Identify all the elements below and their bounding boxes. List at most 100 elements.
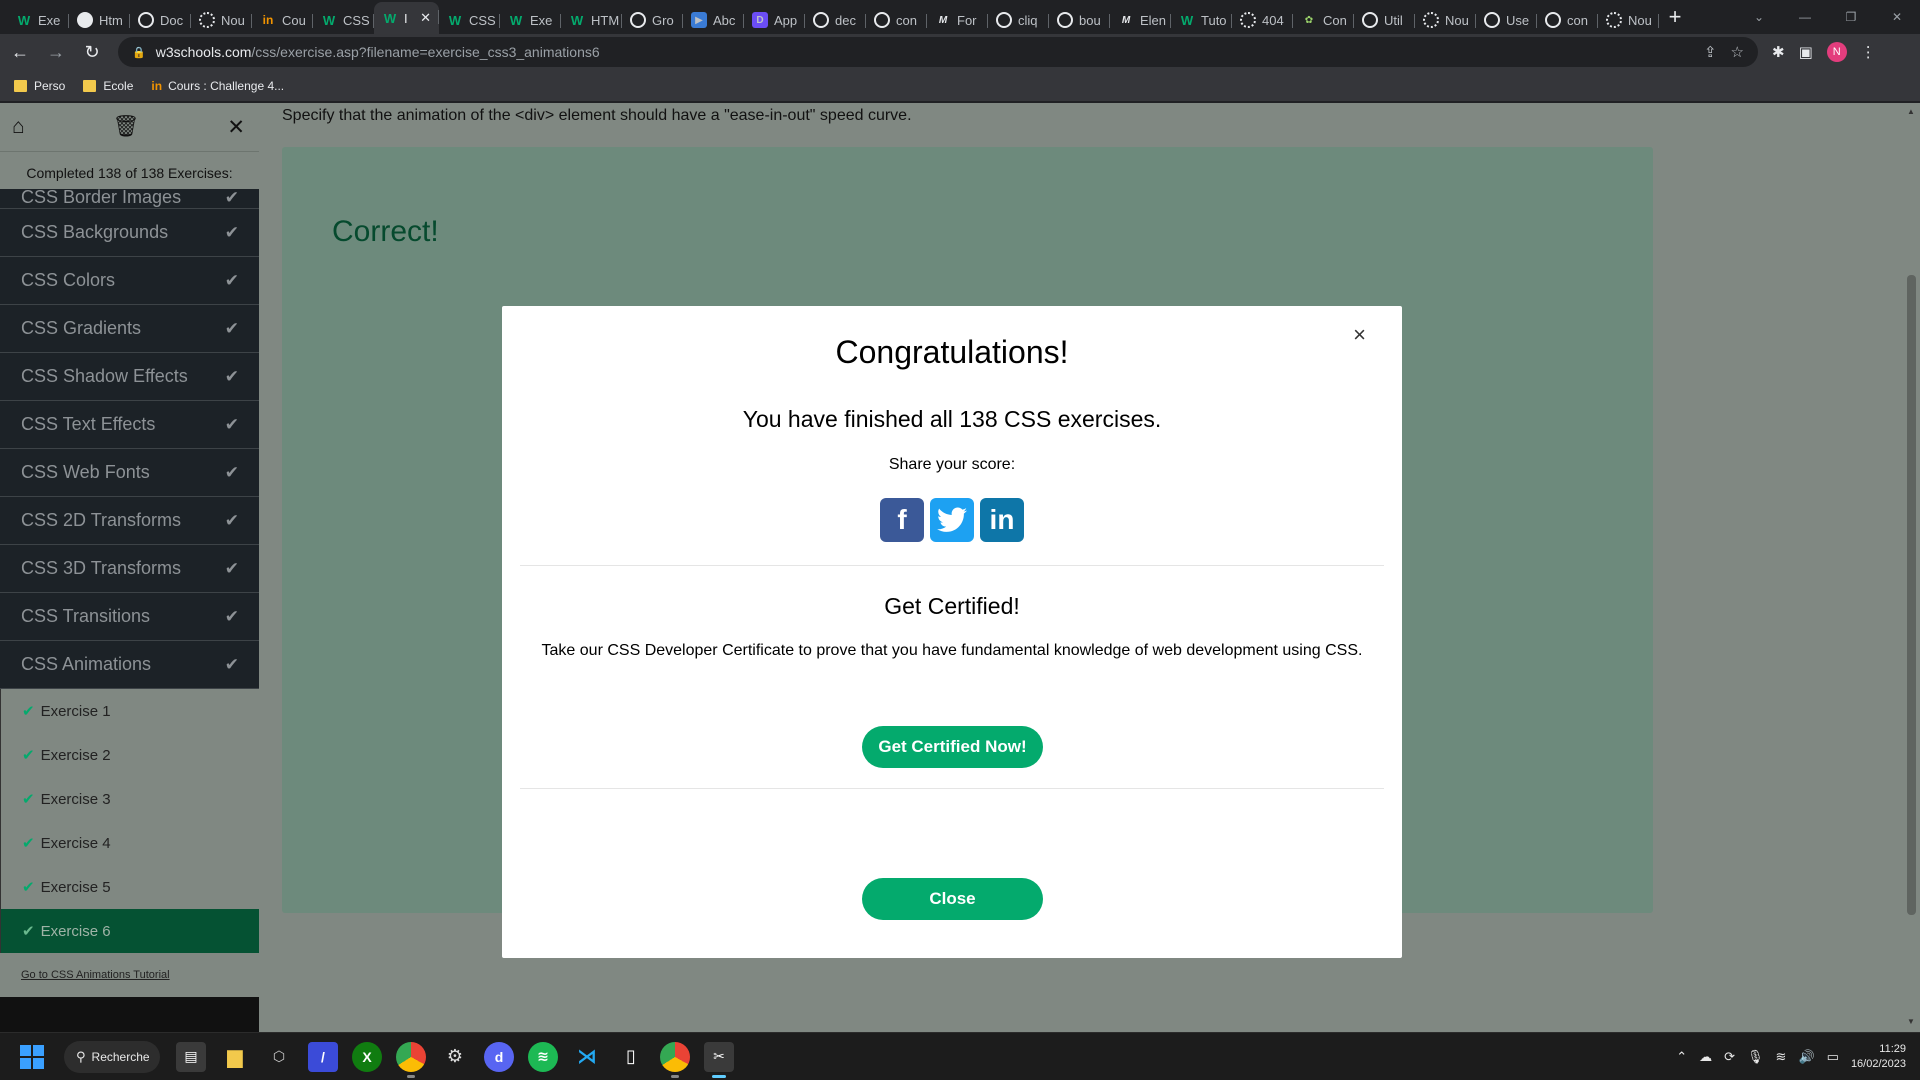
sidebar-category[interactable]: CSS Backgrounds ✔	[0, 209, 259, 257]
exercise-item[interactable]: ✔ Exercise 6	[1, 909, 259, 953]
extensions-icon[interactable]: ✱	[1772, 43, 1785, 61]
browser-tab[interactable]: W Exe	[500, 6, 561, 34]
battery-icon[interactable]: ▭	[1827, 1049, 1839, 1065]
exercise-item[interactable]: ✔ Exercise 2	[1, 733, 259, 777]
sidebar-category[interactable]: CSS 2D Transforms ✔	[0, 497, 259, 545]
sidebar-category[interactable]: CSS Border Images ✔	[0, 189, 259, 209]
windows-start-icon[interactable]	[20, 1044, 44, 1069]
volume-icon[interactable]: 🔊	[1798, 1049, 1814, 1065]
forward-arrow-icon[interactable]: →	[40, 36, 72, 68]
browser-tab[interactable]: dec	[805, 6, 866, 34]
clock[interactable]: 11:29 16/02/2023	[1851, 1042, 1906, 1072]
search-icon: ⚲	[76, 1048, 86, 1064]
trash-icon[interactable]: 🗑	[113, 115, 140, 139]
browser-tab[interactable]: M Elen	[1110, 6, 1171, 34]
browser-tab[interactable]: D App	[744, 6, 805, 34]
close-button[interactable]: Close	[862, 878, 1043, 920]
minimize-button[interactable]: —	[1782, 0, 1828, 34]
task-view-icon[interactable]: ▤	[176, 1041, 206, 1072]
wifi-icon[interactable]: ≋	[1776, 1049, 1787, 1065]
browser-tab[interactable]: Htm	[69, 6, 130, 34]
scroll-up-icon[interactable]: ▲	[1907, 107, 1915, 116]
vscode-icon[interactable]: ⋊	[572, 1042, 602, 1072]
browser-tab[interactable]: W I ✕	[374, 2, 439, 34]
scroll-down-icon[interactable]: ▼	[1907, 1017, 1915, 1026]
new-tab-button[interactable]: +	[1659, 4, 1691, 30]
get-certified-button[interactable]: Get Certified Now!	[862, 726, 1043, 768]
browser-tab[interactable]: bou	[1049, 6, 1110, 34]
bookmark-perso[interactable]: Perso	[14, 79, 65, 93]
sidebar-category[interactable]: CSS Animations ✔	[0, 641, 259, 689]
spotify-icon[interactable]: ≋	[528, 1041, 558, 1072]
facebook-icon[interactable]: f	[880, 498, 924, 542]
sidebar-category[interactable]: CSS Transitions ✔	[0, 593, 259, 641]
profile-avatar[interactable]: N	[1826, 42, 1847, 62]
chrome-profile-icon[interactable]	[660, 1041, 690, 1078]
browser-tab[interactable]: W HTM	[561, 6, 622, 34]
browser-tab[interactable]: in Cou	[252, 6, 313, 34]
notepad-icon[interactable]: ▯	[616, 1042, 646, 1072]
address-bar[interactable]: 🔒 w3schools.com /css/exercise.asp?filena…	[118, 37, 1758, 67]
linkedin-icon[interactable]: in	[980, 498, 1024, 542]
browser-tab[interactable]: W Exe	[8, 6, 69, 34]
file-explorer-icon[interactable]: ▆	[220, 1042, 250, 1072]
editor-icon[interactable]: /	[308, 1041, 338, 1072]
close-icon[interactable]: ✕	[227, 115, 245, 140]
home-icon[interactable]: ⌂	[12, 115, 25, 139]
steam-icon[interactable]: ⚙	[440, 1042, 470, 1072]
snipping-tool-icon[interactable]: ✂	[704, 1041, 734, 1078]
restore-button[interactable]: ❐	[1828, 0, 1874, 34]
side-panel-icon[interactable]: ▣	[1799, 43, 1813, 61]
browser-tab[interactable]: ▶ Abc	[683, 6, 744, 34]
browser-tab[interactable]: W CSS	[439, 6, 500, 34]
microphone-icon[interactable]: 🎙	[1747, 1049, 1764, 1065]
close-window-button[interactable]: ✕	[1874, 0, 1920, 34]
discord-icon[interactable]: d	[484, 1041, 514, 1072]
browser-tab[interactable]: Use	[1476, 6, 1537, 34]
browser-tab[interactable]: Nou	[1415, 6, 1476, 34]
sidebar-category[interactable]: CSS Colors ✔	[0, 257, 259, 305]
unity-icon[interactable]: ⬡	[264, 1042, 294, 1072]
chrome-icon[interactable]	[396, 1041, 426, 1078]
browser-tab[interactable]: 404	[1232, 6, 1293, 34]
tutorial-link[interactable]: Go to CSS Animations Tutorial	[0, 953, 259, 997]
tab-close-icon[interactable]: ✕	[420, 10, 431, 26]
browser-tab[interactable]: W CSS	[313, 6, 374, 34]
exercise-item[interactable]: ✔ Exercise 1	[1, 689, 259, 733]
browser-tab[interactable]: Doc	[130, 6, 191, 34]
browser-tab[interactable]: M For	[927, 6, 988, 34]
browser-tab[interactable]: Util	[1354, 6, 1415, 34]
browser-tab[interactable]: ✿ Con	[1293, 6, 1354, 34]
browser-tab[interactable]: con	[1537, 6, 1598, 34]
bookmark-ecole[interactable]: Ecole	[83, 79, 133, 93]
back-arrow-icon[interactable]: ←	[4, 36, 36, 68]
sidebar-category[interactable]: CSS 3D Transforms ✔	[0, 545, 259, 593]
page-scrollbar[interactable]: ▲ ▼	[1903, 103, 1920, 1032]
sidebar-category[interactable]: CSS Web Fonts ✔	[0, 449, 259, 497]
menu-icon[interactable]: ⋮	[1861, 43, 1876, 61]
reload-icon[interactable]: ↻	[76, 36, 108, 68]
sidebar-category[interactable]: CSS Text Effects ✔	[0, 401, 259, 449]
taskbar-search[interactable]: ⚲ Recherche	[64, 1040, 160, 1073]
bookmark-cours[interactable]: in Cours : Challenge 4...	[151, 79, 284, 93]
exercise-item[interactable]: ✔ Exercise 3	[1, 777, 259, 821]
browser-tab[interactable]: W Tuto	[1171, 6, 1232, 34]
tab-search-icon[interactable]: ⌄	[1736, 0, 1782, 34]
browser-tab[interactable]: con	[866, 6, 927, 34]
browser-tab[interactable]: Nou	[1598, 6, 1659, 34]
scrollbar-thumb[interactable]	[1907, 275, 1916, 915]
twitter-icon[interactable]	[930, 498, 974, 542]
xbox-icon[interactable]: X	[352, 1041, 382, 1072]
browser-tab[interactable]: Gro	[622, 6, 683, 34]
share-icon[interactable]: ⇪	[1704, 43, 1717, 61]
browser-tab[interactable]: cliq	[988, 6, 1049, 34]
sidebar-category[interactable]: CSS Shadow Effects ✔	[0, 353, 259, 401]
exercise-item[interactable]: ✔ Exercise 4	[1, 821, 259, 865]
chevron-up-icon[interactable]: ⌃	[1676, 1049, 1687, 1065]
browser-tab[interactable]: Nou	[191, 6, 252, 34]
bookmark-star-icon[interactable]: ☆	[1731, 43, 1744, 61]
sync-icon[interactable]: ⟳	[1724, 1049, 1735, 1065]
exercise-item[interactable]: ✔ Exercise 5	[1, 865, 259, 909]
sidebar-category[interactable]: CSS Gradients ✔	[0, 305, 259, 353]
cloud-icon[interactable]: ☁	[1699, 1049, 1712, 1065]
